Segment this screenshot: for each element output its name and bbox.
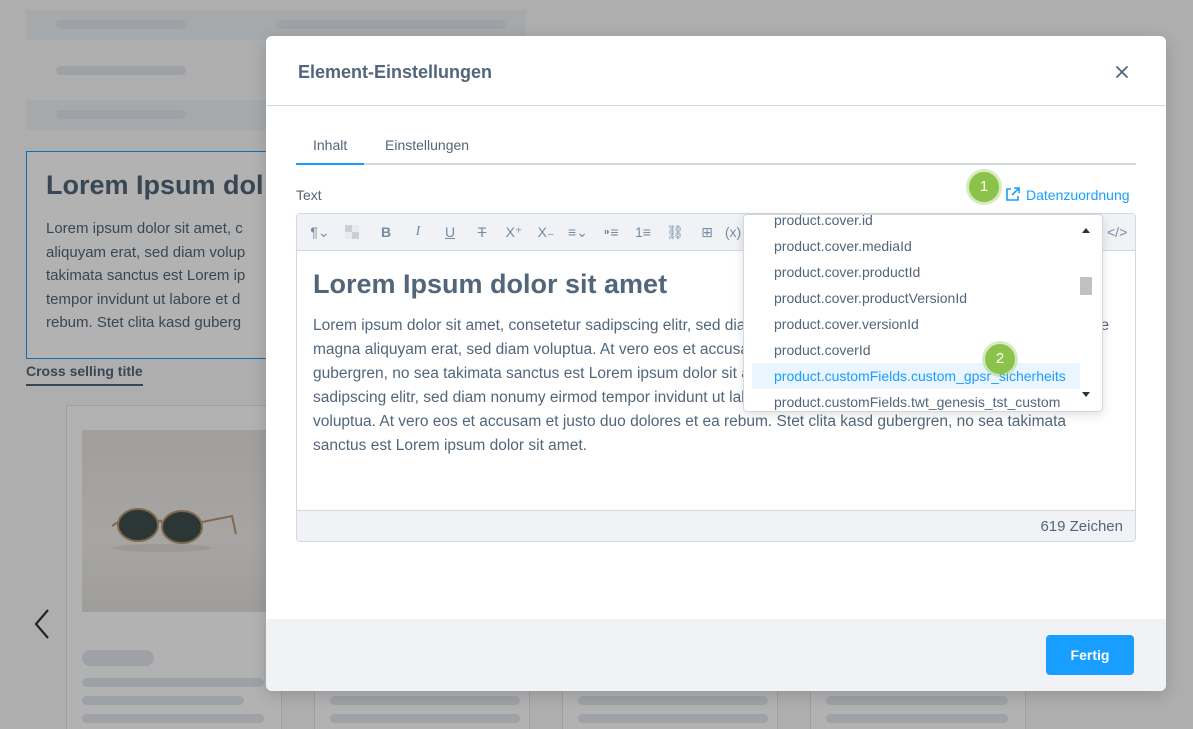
tab-settings[interactable]: Einstellungen <box>368 129 486 165</box>
paragraph-format-icon[interactable]: ¶⌄ <box>307 224 333 240</box>
list-item[interactable]: product.cover.productId <box>752 259 1080 285</box>
list-item[interactable]: product.cover.mediaId <box>752 233 1080 259</box>
list-item-highlighted[interactable]: product.customFields.custom_gpsr_sicherh… <box>752 363 1080 389</box>
text-field-label: Text <box>296 187 322 203</box>
modal-header: Element-Einstellungen <box>266 36 1166 106</box>
tab-content[interactable]: Inhalt <box>296 129 365 165</box>
subscript-icon[interactable]: X₋ <box>537 224 555 240</box>
list-item[interactable]: product.cover.versionId <box>752 311 1080 337</box>
scroll-down-arrow[interactable] <box>1082 392 1090 397</box>
modal-footer: Fertig <box>266 619 1166 691</box>
numbered-list-icon[interactable]: 1≡ <box>634 224 652 240</box>
data-mapping-label: Datenzuordnung <box>1026 186 1130 203</box>
list-item[interactable]: product.coverId <box>752 337 1080 363</box>
external-link-icon <box>1006 187 1020 201</box>
modal-title: Element-Einstellungen <box>298 62 493 82</box>
code-view-icon[interactable]: </> <box>1107 224 1127 240</box>
tab-bar: Inhalt Einstellungen <box>296 129 1136 165</box>
data-mapping-list: product.cover.id product.cover.mediaId p… <box>744 215 1080 411</box>
close-icon[interactable] <box>1114 64 1130 80</box>
variable-icon[interactable]: (x) <box>724 224 742 240</box>
data-mapping-link[interactable]: Datenzuordnung <box>1004 186 1130 203</box>
scroll-up-arrow[interactable] <box>1082 228 1090 233</box>
underline-icon[interactable]: U <box>441 224 459 240</box>
list-item[interactable]: product.cover.id <box>752 215 1080 233</box>
bold-icon[interactable]: B <box>377 224 395 240</box>
step-badge-1: 1 <box>969 172 999 202</box>
superscript-icon[interactable]: X⁺ <box>505 224 523 240</box>
step-badge-2: 2 <box>985 344 1015 374</box>
italic-icon[interactable]: I <box>409 224 427 240</box>
strikethrough-icon[interactable]: T <box>473 224 491 240</box>
bullet-list-icon[interactable]: ⁍≡ <box>602 224 620 240</box>
table-icon[interactable]: ⊞ <box>698 224 716 240</box>
text-color-icon[interactable] <box>343 224 361 240</box>
list-item[interactable]: product.cover.productVersionId <box>752 285 1080 311</box>
done-button[interactable]: Fertig <box>1046 635 1134 675</box>
align-icon[interactable]: ≡⌄ <box>563 224 593 240</box>
char-counter: 619 Zeichen <box>297 510 1135 541</box>
data-mapping-dropdown: product.cover.id product.cover.mediaId p… <box>743 214 1103 412</box>
link-icon[interactable]: ⛓ <box>666 224 684 240</box>
list-item[interactable]: product.customFields.twt_genesis_tst_cus… <box>752 389 1080 411</box>
scrollbar-thumb[interactable] <box>1080 277 1092 295</box>
